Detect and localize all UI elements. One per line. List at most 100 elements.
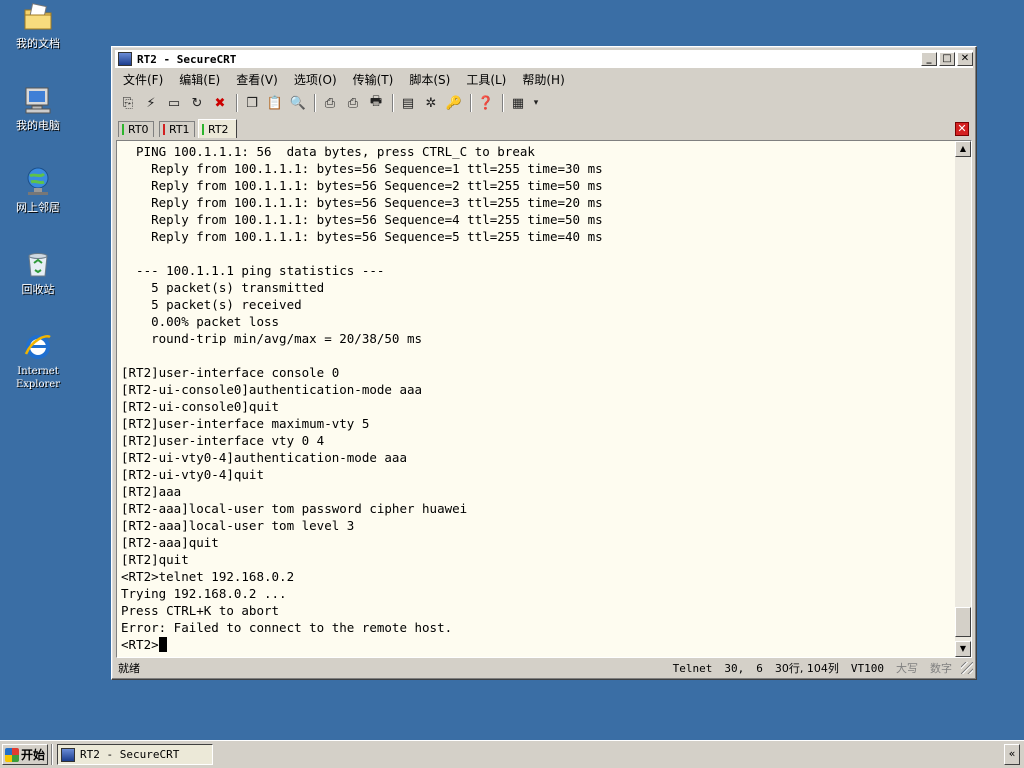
menu-view[interactable]: 查看(V): [228, 71, 286, 88]
tray-expand-button[interactable]: «: [1004, 744, 1020, 765]
menu-tools[interactable]: 工具(L): [458, 71, 514, 88]
print-selection-icon[interactable]: ⎙: [344, 94, 362, 112]
menu-help[interactable]: 帮助(H): [514, 71, 572, 88]
start-button[interactable]: 开始: [2, 744, 48, 765]
terminal-line: Reply from 100.1.1.1: bytes=56 Sequence=…: [151, 212, 603, 227]
terminal-line: [RT2-aaa]local-user tom level 3: [121, 518, 355, 533]
scroll-up-button[interactable]: ▲: [955, 141, 971, 157]
print-setup-icon[interactable]: ⎙: [321, 94, 339, 112]
status-ready: 就绪: [118, 662, 140, 675]
terminal-screen[interactable]: PING 100.1.1.1: 56 data bytes, press CTR…: [117, 141, 955, 657]
toolbar-overflow-icon[interactable]: ▾: [532, 94, 540, 112]
terminal-line: Reply from 100.1.1.1: bytes=56 Sequence=…: [151, 178, 603, 193]
toolbar-separator: [502, 94, 504, 112]
status-col: 6: [756, 661, 763, 675]
terminal-line: [RT2]aaa: [121, 484, 182, 499]
tab-status-indicator: [122, 124, 124, 135]
menu-file[interactable]: 文件(F): [115, 71, 171, 88]
window-title: RT2 - SecureCRT: [137, 52, 237, 66]
menu-transfer[interactable]: 传输(T): [345, 71, 402, 88]
tab-rt1[interactable]: RT1: [159, 121, 195, 137]
tab-rt0[interactable]: RT0: [118, 121, 154, 137]
keymap-icon[interactable]: 🔑: [445, 94, 463, 112]
terminal-line: [RT2]user-interface console 0: [121, 365, 340, 380]
terminal-line: [RT2]user-interface maximum-vty 5: [121, 416, 370, 431]
find-icon[interactable]: 🔍: [289, 94, 307, 112]
paste-icon[interactable]: 📋: [266, 94, 284, 112]
terminal-line: round-trip min/avg/max = 20/38/50 ms: [151, 331, 423, 346]
terminal-line: 5 packet(s) transmitted: [151, 280, 325, 295]
terminal-prompt: <RT2>: [121, 637, 159, 652]
desktop-icon-my-documents[interactable]: 我的文档: [4, 2, 72, 50]
tab-label: RT1: [169, 123, 190, 136]
toolbar-separator: [392, 94, 394, 112]
scroll-thumb[interactable]: [955, 607, 971, 637]
terminal-line: Reply from 100.1.1.1: bytes=56 Sequence=…: [151, 161, 603, 176]
terminal-line: Reply from 100.1.1.1: bytes=56 Sequence=…: [151, 195, 603, 210]
desktop-icon-label: 回收站: [21, 283, 55, 296]
global-options-icon[interactable]: ✲: [422, 94, 440, 112]
my-computer-icon: [22, 84, 54, 116]
menu-script[interactable]: 脚本(S): [401, 71, 458, 88]
status-size: 30行, 104列: [774, 662, 839, 675]
start-label: 开始: [21, 748, 46, 762]
close-tab-button[interactable]: ✕: [955, 122, 969, 136]
resize-grip[interactable]: [961, 662, 973, 674]
taskbar-item-securecrt[interactable]: RT2 - SecureCRT: [57, 744, 213, 765]
menu-options[interactable]: 选项(O): [286, 71, 345, 88]
terminal-line: <RT2>telnet 192.168.0.2: [121, 569, 295, 584]
reconnect-icon[interactable]: ↻: [188, 94, 206, 112]
vertical-scrollbar[interactable]: ▲ ▼: [955, 141, 971, 657]
terminal-line: [RT2]quit: [121, 552, 189, 567]
desktop-icon-recycle-bin[interactable]: 回收站: [4, 248, 72, 296]
menu-edit[interactable]: 编辑(E): [171, 71, 228, 88]
print-icon[interactable]: 🖶: [367, 94, 385, 112]
desktop-icon-label: 网上邻居: [16, 201, 60, 214]
securecrt-app-icon: [61, 747, 75, 762]
help-icon[interactable]: ❓: [477, 94, 495, 112]
disconnect-icon[interactable]: ✖: [211, 94, 229, 112]
status-protocol: Telnet: [672, 661, 713, 675]
desktop-icon-my-computer[interactable]: 我的电脑: [4, 84, 72, 132]
scroll-down-button[interactable]: ▼: [955, 641, 971, 657]
toolbar-separator: [470, 94, 472, 112]
title-bar[interactable]: RT2 - SecureCRT _ □ ✕: [115, 50, 973, 68]
toolbar-separator: [236, 94, 238, 112]
status-emulation: VT100: [850, 661, 884, 675]
terminal-line: [RT2-ui-console0]authentication-mode aaa: [121, 382, 423, 397]
terminal-line: Error: Failed to connect to the remote h…: [121, 620, 453, 635]
terminal-line: 0.00% packet loss: [151, 314, 280, 329]
terminal-line: Trying 192.168.0.2 ...: [121, 586, 287, 601]
terminal-output: PING 100.1.1.1: 56 data bytes, press CTR…: [117, 141, 955, 653]
maximize-button[interactable]: □: [939, 52, 955, 66]
terminal-line: --- 100.1.1.1 ping statistics ---: [136, 263, 385, 278]
desktop-icon-network-places[interactable]: 网上邻居: [4, 166, 72, 214]
tab-status-indicator: [163, 124, 165, 135]
terminal-line: [RT2-aaa]local-user tom password cipher …: [121, 501, 468, 516]
close-button[interactable]: ✕: [957, 52, 973, 66]
tab-status-indicator: [202, 123, 204, 135]
connect-in-tab-icon[interactable]: ▭: [165, 94, 183, 112]
desktop-icon-label: 我的电脑: [16, 119, 60, 132]
tab-rt2[interactable]: RT2: [198, 119, 237, 138]
taskbar: 开始 RT2 - SecureCRT «: [0, 740, 1024, 768]
terminal-line: [RT2-ui-vty0-4]authentication-mode aaa: [121, 450, 407, 465]
internet-explorer-icon: [22, 330, 54, 362]
quick-connect-icon[interactable]: ⚡: [142, 94, 160, 112]
my-documents-icon: [22, 2, 54, 34]
terminal-line: PING 100.1.1.1: 56 data bytes, press CTR…: [136, 144, 535, 159]
customize-toolbar-icon[interactable]: ▦: [509, 94, 527, 112]
terminal-line: Reply from 100.1.1.1: bytes=56 Sequence=…: [151, 229, 603, 244]
connect-icon[interactable]: ⎘: [119, 94, 137, 112]
session-options-icon[interactable]: ▤: [399, 94, 417, 112]
desktop-icon-internet-explorer[interactable]: Internet Explorer: [4, 330, 72, 391]
minimize-button[interactable]: _: [921, 52, 937, 66]
terminal-line: [RT2]user-interface vty 0 4: [121, 433, 325, 448]
session-tabs: RT0 RT1 RT2 ✕: [116, 119, 972, 139]
securecrt-app-icon: [118, 52, 132, 66]
menu-bar: 文件(F) 编辑(E) 查看(V) 选项(O) 传输(T) 脚本(S) 工具(L…: [115, 69, 973, 89]
tab-label: RT0: [128, 123, 149, 136]
terminal-line: [RT2-ui-vty0-4]quit: [121, 467, 264, 482]
copy-icon[interactable]: ❐: [243, 94, 261, 112]
status-num: 数字: [930, 662, 952, 675]
